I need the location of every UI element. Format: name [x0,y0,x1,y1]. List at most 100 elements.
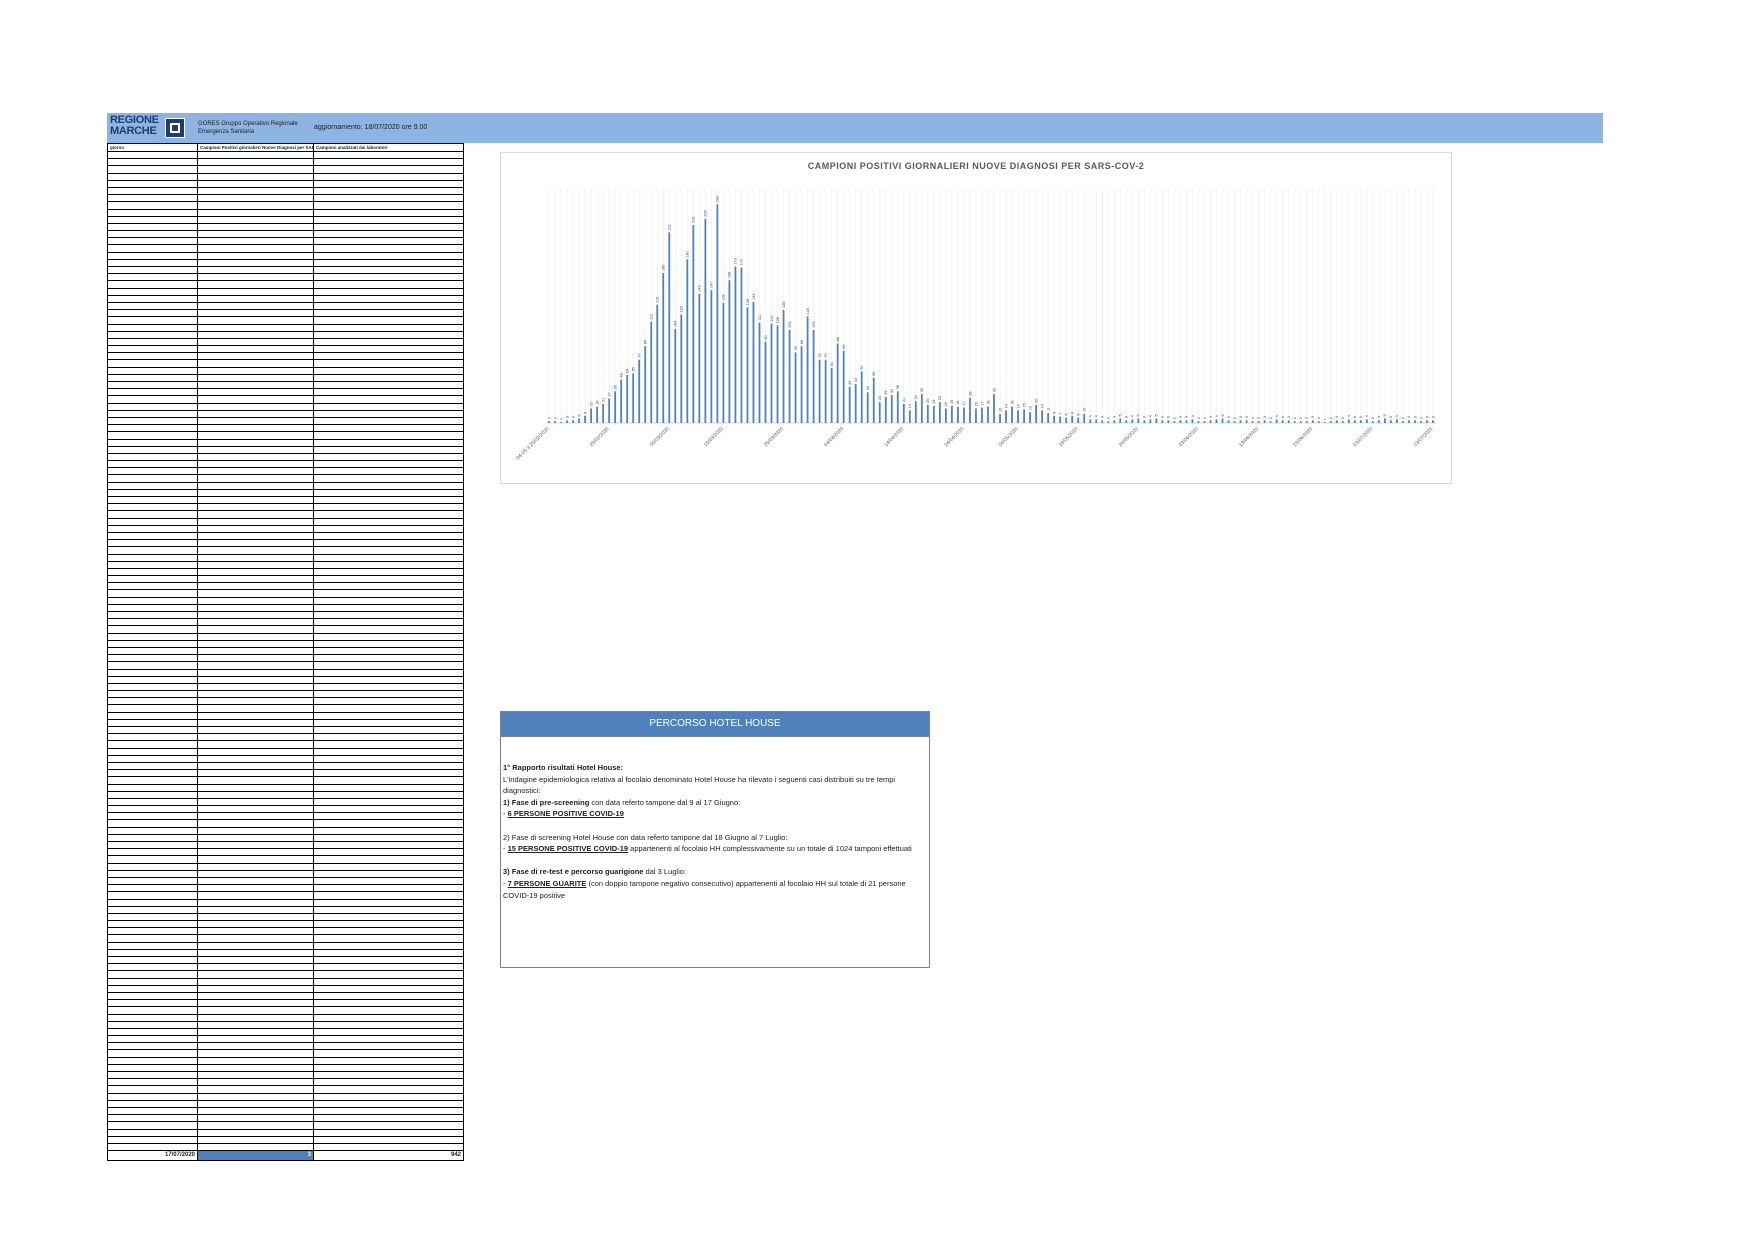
chart-bar [1173,421,1176,423]
table-row [107,790,464,799]
table-cell [107,503,198,512]
hotel-house-panel: PERCORSO HOTEL HOUSE 1° Rapporto risulta… [500,711,930,968]
table-row [107,323,464,332]
table-body [107,150,464,1152]
table-cell [313,927,464,936]
org-line1: GORES Gruppo Operativo Regionale [198,121,298,127]
table-cell [107,215,198,224]
chart-bar [1377,420,1380,423]
chart-x-tick-label: 13/06/2020 [1238,426,1260,448]
chart-bar [1426,420,1428,423]
table-cell [313,783,464,792]
table-row [107,632,464,641]
table-cell [107,359,198,368]
table-cell [107,819,198,828]
table-row [107,1114,464,1123]
table-row [107,999,464,1008]
chart-data-label: 242 [716,196,720,202]
table-cell [197,610,314,620]
table-cell [107,150,198,160]
table-cell [313,1128,464,1137]
table-cell [197,797,314,807]
table-cell [313,862,464,871]
table-cell [313,682,464,692]
table-cell [107,991,198,1001]
table-row [107,531,464,541]
table-row [107,316,464,325]
chart-x-tick-label: 13/07/2020 [1412,426,1434,448]
table-row [107,740,464,749]
chart-data-label: 3 [1161,416,1165,418]
update-timestamp: aggiornamento: 18/07/2020 ore 9.00 [314,124,428,131]
table-row [107,690,464,699]
table-cell [313,215,464,224]
chart-data-label: 2 [547,417,551,419]
chart-bar [566,420,568,423]
chart-bar [776,325,779,423]
table-cell [197,805,314,814]
table-cell [313,388,464,397]
chart-bar [656,304,659,423]
chart-bar [1203,421,1206,423]
table-cell [313,452,464,462]
table-cell [313,409,464,418]
table-cell [197,258,314,268]
table-cell [313,416,464,426]
table-cell [107,158,198,167]
table-cell [107,610,198,620]
chart-bar [572,420,574,423]
chart-data-label: 43 [854,378,858,382]
table-cell [313,725,464,735]
table-cell [313,1085,464,1094]
chart-x-tick-label: 25/03/2020 [763,426,785,448]
table-cell [313,575,464,584]
chart-x-tick-label: 29/02/2020 [589,426,611,448]
chart-data-label: 55 [631,367,635,371]
chart-bar [746,307,749,423]
table-cell [313,891,464,900]
table-cell [313,380,464,390]
table-cell [197,862,314,871]
table-cell [107,761,198,771]
table-cell [107,826,198,835]
table-cell [107,833,198,843]
table-cell [197,294,314,303]
table-row [107,359,464,368]
chart-data-label: 2 [1269,417,1273,419]
hh-phase2-rest: appartenenti al focolaio HH complessivam… [628,844,912,854]
table-cell [107,977,198,986]
table-cell [107,337,198,347]
table-cell [197,991,314,1001]
table-cell [197,265,314,275]
chart-bar [914,401,917,423]
table-row [107,337,464,347]
table-row [107,201,464,210]
table-cell [107,603,198,613]
table-cell [107,920,198,929]
table-row [107,258,464,268]
table-cell [313,1013,464,1022]
table-row [107,402,464,411]
table-cell [107,840,198,850]
table-row [107,848,464,857]
table-cell [197,682,314,692]
table-cell [107,654,198,663]
chart-data-label: 34 [866,386,870,390]
chart-data-label: 2 [1203,417,1207,419]
table-cell [197,474,314,483]
table-cell [197,884,314,893]
chart-bar [890,394,893,423]
table-cell [197,840,314,850]
table-cell [197,1099,314,1108]
table-row [107,345,464,354]
chart-bar [662,272,665,423]
table-cell [313,747,464,756]
table-row [107,287,464,296]
table-cell [313,316,464,325]
table-cell [313,963,464,972]
table-row [107,661,464,670]
chart-bar [800,346,803,423]
table-cell [197,1006,314,1015]
table-cell [197,1085,314,1094]
table-cell [107,316,198,325]
